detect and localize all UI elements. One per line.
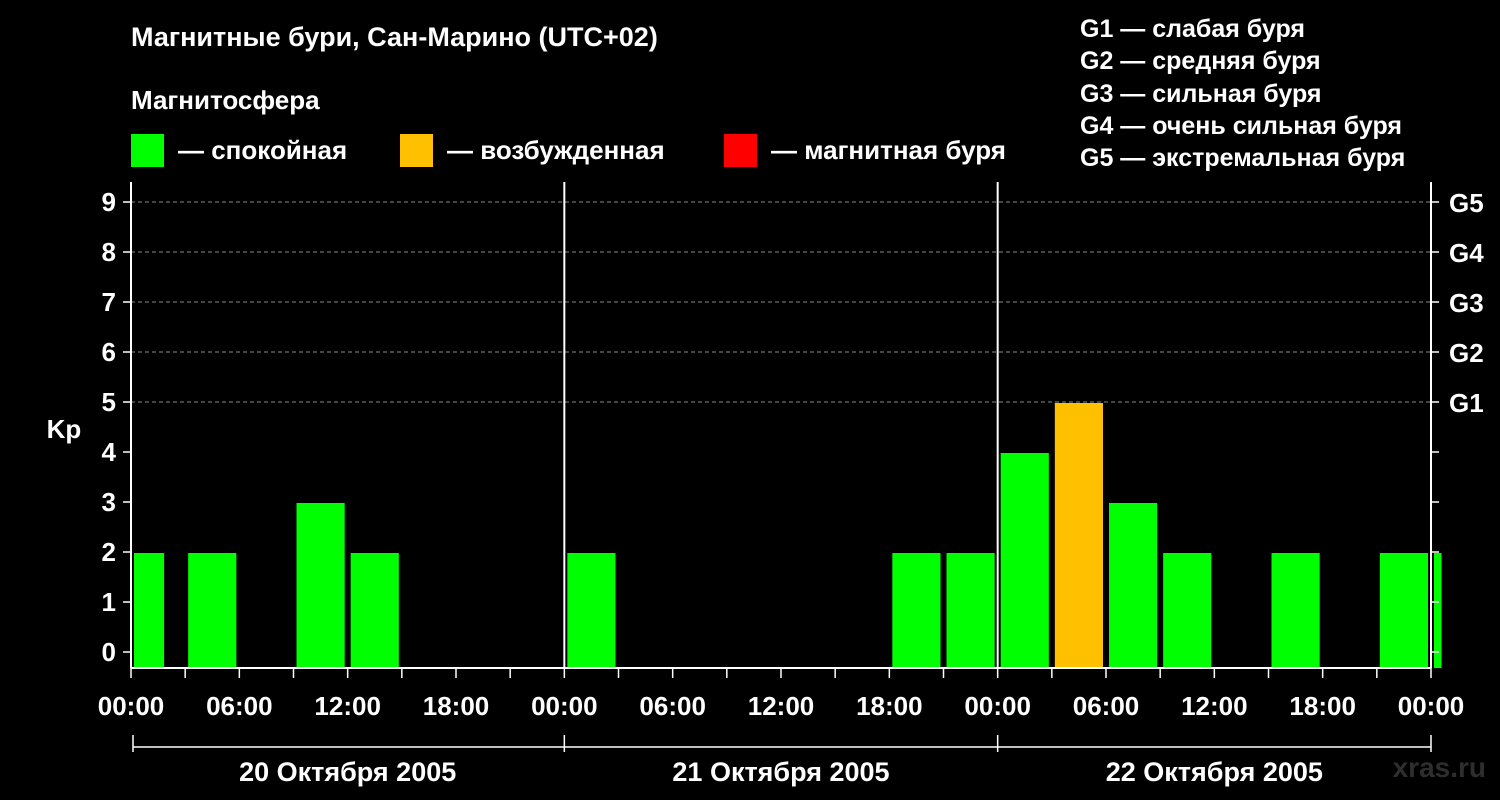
x-tick-label-7: 18:00	[856, 691, 923, 721]
bar-1	[188, 553, 237, 668]
bar-8	[1054, 403, 1103, 668]
bar-11	[1271, 553, 1320, 668]
x-tick-label-8: 00:00	[964, 691, 1031, 721]
bar-4	[567, 553, 616, 668]
y-axis-title: Kp	[47, 414, 82, 444]
bar-9	[1109, 503, 1158, 668]
bar-10	[1163, 553, 1212, 668]
kp-bar-chart: 0 1 2 3 4 5 6 7 8 9 G1 G2 G3 G4 G5 Kp 00:00 06:00 12:00 18:…	[47, 182, 1484, 787]
y-tick-label-8: 8	[102, 237, 116, 267]
x-tick-label-1: 06:00	[206, 691, 273, 721]
right-axis-label-g1: G1	[1449, 388, 1484, 418]
y-tick-label-3: 3	[102, 487, 116, 517]
bar-12	[1379, 553, 1428, 668]
right-axis-label-g5: G5	[1449, 188, 1484, 218]
x-tick-label-3: 18:00	[423, 691, 490, 721]
y-tick-label-1: 1	[102, 587, 116, 617]
bar-5	[892, 553, 941, 668]
bar-6	[946, 553, 995, 668]
right-axis-label-g4: G4	[1449, 238, 1484, 268]
x-tick-label-2: 12:00	[314, 691, 381, 721]
x-tick-label-9: 06:00	[1073, 691, 1140, 721]
bar-2	[296, 503, 345, 668]
y-tick-label-0: 0	[102, 637, 116, 667]
x-tick-label-4: 00:00	[531, 691, 598, 721]
x-tick-label-12: 00:00	[1398, 691, 1465, 721]
watermark: xras.ru	[1392, 752, 1486, 783]
x-tick-label-6: 12:00	[748, 691, 815, 721]
y-tick-label-4: 4	[102, 437, 117, 467]
bar-13	[1434, 553, 1442, 668]
bar-7	[1000, 453, 1049, 668]
bar-3	[350, 553, 399, 668]
y-tick-label-2: 2	[102, 537, 116, 567]
x-tick-label-5: 06:00	[639, 691, 706, 721]
right-axis-label-g3: G3	[1449, 288, 1484, 318]
day-label-1: 21 Октября 2005	[672, 757, 889, 787]
bar-0	[134, 553, 165, 668]
y-tick-label-5: 5	[102, 387, 116, 417]
day-label-0: 20 Октября 2005	[239, 757, 456, 787]
y-tick-label-9: 9	[102, 187, 116, 217]
y-tick-label-7: 7	[102, 287, 116, 317]
x-tick-label-0: 00:00	[98, 691, 165, 721]
day-label-2: 22 Октября 2005	[1106, 757, 1323, 787]
x-tick-label-10: 12:00	[1181, 691, 1248, 721]
x-tick-label-11: 18:00	[1289, 691, 1356, 721]
right-axis-label-g2: G2	[1449, 338, 1484, 368]
y-tick-label-6: 6	[102, 337, 116, 367]
